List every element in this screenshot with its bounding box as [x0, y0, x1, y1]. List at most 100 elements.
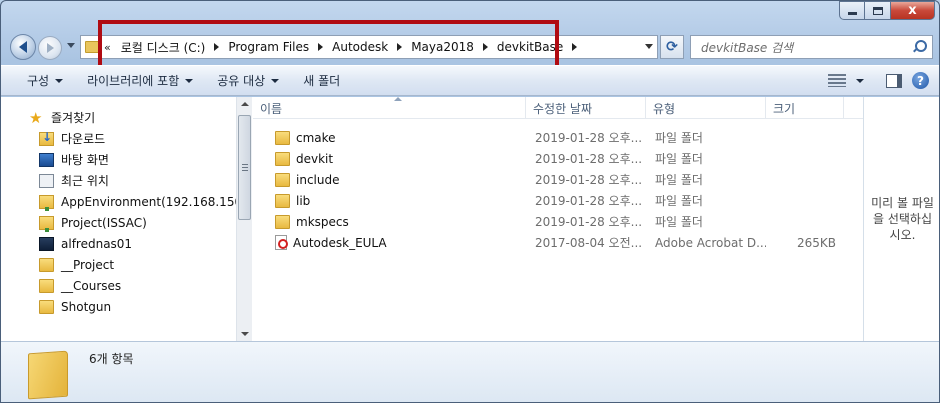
preview-message: 미리 볼 파일을 선택하십시오. — [871, 196, 934, 242]
nav-item-project[interactable]: __Project — [1, 254, 237, 275]
column-header-size[interactable]: 크기 — [766, 97, 844, 119]
change-view-icon[interactable] — [828, 74, 846, 87]
folder-icon — [275, 151, 290, 166]
minimize-icon — [847, 12, 857, 15]
nav-item-label: Project(ISSAC) — [61, 215, 147, 230]
file-rows: cmake 2019-01-28 오후... 파일 폴더 devkit 2019… — [253, 127, 863, 253]
file-row[interactable]: cmake 2019-01-28 오후... 파일 폴더 — [253, 127, 863, 148]
chevron-down-icon — [271, 78, 280, 83]
navigation-scrollbar[interactable] — [236, 97, 252, 341]
network-folder-icon — [39, 194, 54, 211]
recent-pages-dropdown[interactable] — [67, 43, 75, 48]
scroll-up-icon[interactable] — [241, 102, 249, 106]
file-name-cell: include — [253, 172, 526, 187]
file-type: Adobe Acrobat D... — [655, 235, 766, 250]
nav-item-project-issac[interactable]: Project(ISSAC) — [1, 212, 237, 233]
column-header-name[interactable]: 이름 — [253, 97, 526, 119]
content-area: ★ 즐겨찾기 다운로드 바탕 화면 최근 위치 AppEnviron — [1, 97, 939, 341]
pdf-icon — [275, 235, 288, 250]
breadcrumb-separator-icon[interactable] — [572, 43, 578, 51]
minimize-button[interactable] — [839, 1, 865, 20]
file-row[interactable]: mkspecs 2019-01-28 오후... 파일 폴더 — [253, 211, 863, 232]
preview-pane-icon[interactable] — [886, 73, 902, 88]
file-row[interactable]: lib 2019-01-28 오후... 파일 폴더 — [253, 190, 863, 211]
file-row[interactable]: devkit 2019-01-28 오후... 파일 폴더 — [253, 148, 863, 169]
column-header-type[interactable]: 유형 — [646, 97, 766, 119]
file-name: Autodesk_EULA — [293, 235, 387, 250]
file-date: 2019-01-28 오후... — [535, 152, 643, 166]
chevron-down-icon — [185, 78, 194, 83]
forward-button[interactable] — [38, 36, 62, 60]
folder-icon — [39, 278, 54, 293]
include-library-label: 라이브러리에 포함 — [87, 74, 180, 88]
file-row[interactable]: Autodesk_EULA 2017-08-04 오전... Adobe Acr… — [253, 232, 863, 253]
details-pane: 6개 항목 — [1, 341, 939, 402]
file-row[interactable]: include 2019-01-28 오후... 파일 폴더 — [253, 169, 863, 190]
file-type: 파일 폴더 — [655, 173, 703, 187]
new-folder-button[interactable]: 새 폴더 — [291, 66, 352, 95]
search-placeholder: devkitBase 검색 — [701, 40, 794, 55]
help-icon[interactable]: ? — [912, 72, 929, 89]
organize-label: 구성 — [27, 74, 50, 88]
file-name: devkit — [296, 151, 334, 166]
command-toolbar: 구성 라이브러리에 포함 공유 대상 새 폴더 ? — [1, 65, 939, 96]
nav-item-shotgun[interactable]: Shotgun — [1, 296, 237, 317]
column-header-label: 유형 — [653, 101, 676, 116]
search-input[interactable]: devkitBase 검색 — [690, 35, 933, 59]
sort-ascending-icon — [394, 97, 402, 101]
share-label: 공유 대상 — [217, 74, 266, 88]
file-size: 265KB — [796, 235, 836, 250]
nav-item-appenvironment[interactable]: AppEnvironment(192.168.150.18 — [1, 191, 237, 212]
nav-item-label: 다운로드 — [61, 132, 106, 146]
nav-item-label: 바탕 화면 — [61, 153, 109, 167]
file-name-cell: cmake — [253, 130, 526, 145]
scroll-down-icon[interactable] — [241, 332, 249, 336]
file-date: 2019-01-28 오후... — [535, 194, 643, 208]
nav-item-recent-places[interactable]: 최근 위치 — [1, 170, 237, 191]
column-header-label: 크기 — [773, 101, 796, 116]
nav-item-alfrednas01[interactable]: alfrednas01 — [1, 233, 237, 254]
nav-item-desktop[interactable]: 바탕 화면 — [1, 149, 237, 170]
include-in-library-button[interactable]: 라이브러리에 포함 — [75, 66, 205, 95]
nav-item-label: AppEnvironment(192.168.150.18 — [61, 194, 237, 209]
close-button[interactable]: x — [891, 1, 935, 20]
folder-icon — [85, 41, 99, 53]
back-arrow-icon — [19, 41, 27, 53]
file-type: 파일 폴더 — [655, 215, 703, 229]
column-header-label: 수정한 날짜 — [533, 101, 593, 116]
forward-arrow-icon — [46, 43, 54, 53]
file-type: 파일 폴더 — [655, 194, 703, 208]
scrollbar-thumb[interactable] — [238, 115, 251, 220]
refresh-icon: ⟳ — [666, 39, 678, 55]
address-history-dropdown[interactable] — [645, 44, 653, 49]
file-date: 2019-01-28 오후... — [535, 131, 643, 145]
item-count: 6개 항목 — [89, 352, 134, 366]
network-computer-icon — [39, 236, 54, 251]
chevron-down-icon — [55, 78, 64, 83]
file-type: 파일 폴더 — [655, 152, 703, 166]
explorer-window: x « 로컬 디스크 (C:) Program Files Autodesk M… — [0, 0, 940, 403]
column-header-date[interactable]: 수정한 날짜 — [526, 97, 646, 119]
nav-item-label: 즐겨찾기 — [51, 111, 96, 125]
nav-item-label: Shotgun — [61, 299, 112, 314]
share-with-button[interactable]: 공유 대상 — [205, 66, 291, 95]
nav-item-downloads[interactable]: 다운로드 — [1, 128, 237, 149]
maximize-button[interactable] — [865, 1, 891, 20]
file-name-cell: Autodesk_EULA — [253, 235, 526, 250]
view-options-dropdown[interactable] — [856, 78, 864, 83]
file-type: 파일 폴더 — [655, 131, 703, 145]
file-list-pane: 이름 수정한 날짜 유형 크기 cmake 2019-01-28 오후... 파… — [253, 97, 863, 341]
search-icon[interactable] — [912, 40, 927, 54]
nav-item-courses[interactable]: __Courses — [1, 275, 237, 296]
grip-icon — [242, 164, 248, 171]
toolbar-right-group: ? — [828, 66, 929, 95]
recent-places-icon — [39, 173, 54, 188]
navigation-list: ★ 즐겨찾기 다운로드 바탕 화면 최근 위치 AppEnviron — [1, 107, 237, 317]
column-headers: 이름 수정한 날짜 유형 크기 — [253, 97, 863, 119]
new-folder-label: 새 폴더 — [303, 74, 341, 88]
nav-favorites[interactable]: ★ 즐겨찾기 — [1, 107, 237, 128]
organize-button[interactable]: 구성 — [1, 66, 75, 95]
network-folder-icon — [39, 215, 54, 232]
refresh-button[interactable]: ⟳ — [660, 35, 684, 59]
back-button[interactable] — [10, 34, 36, 60]
